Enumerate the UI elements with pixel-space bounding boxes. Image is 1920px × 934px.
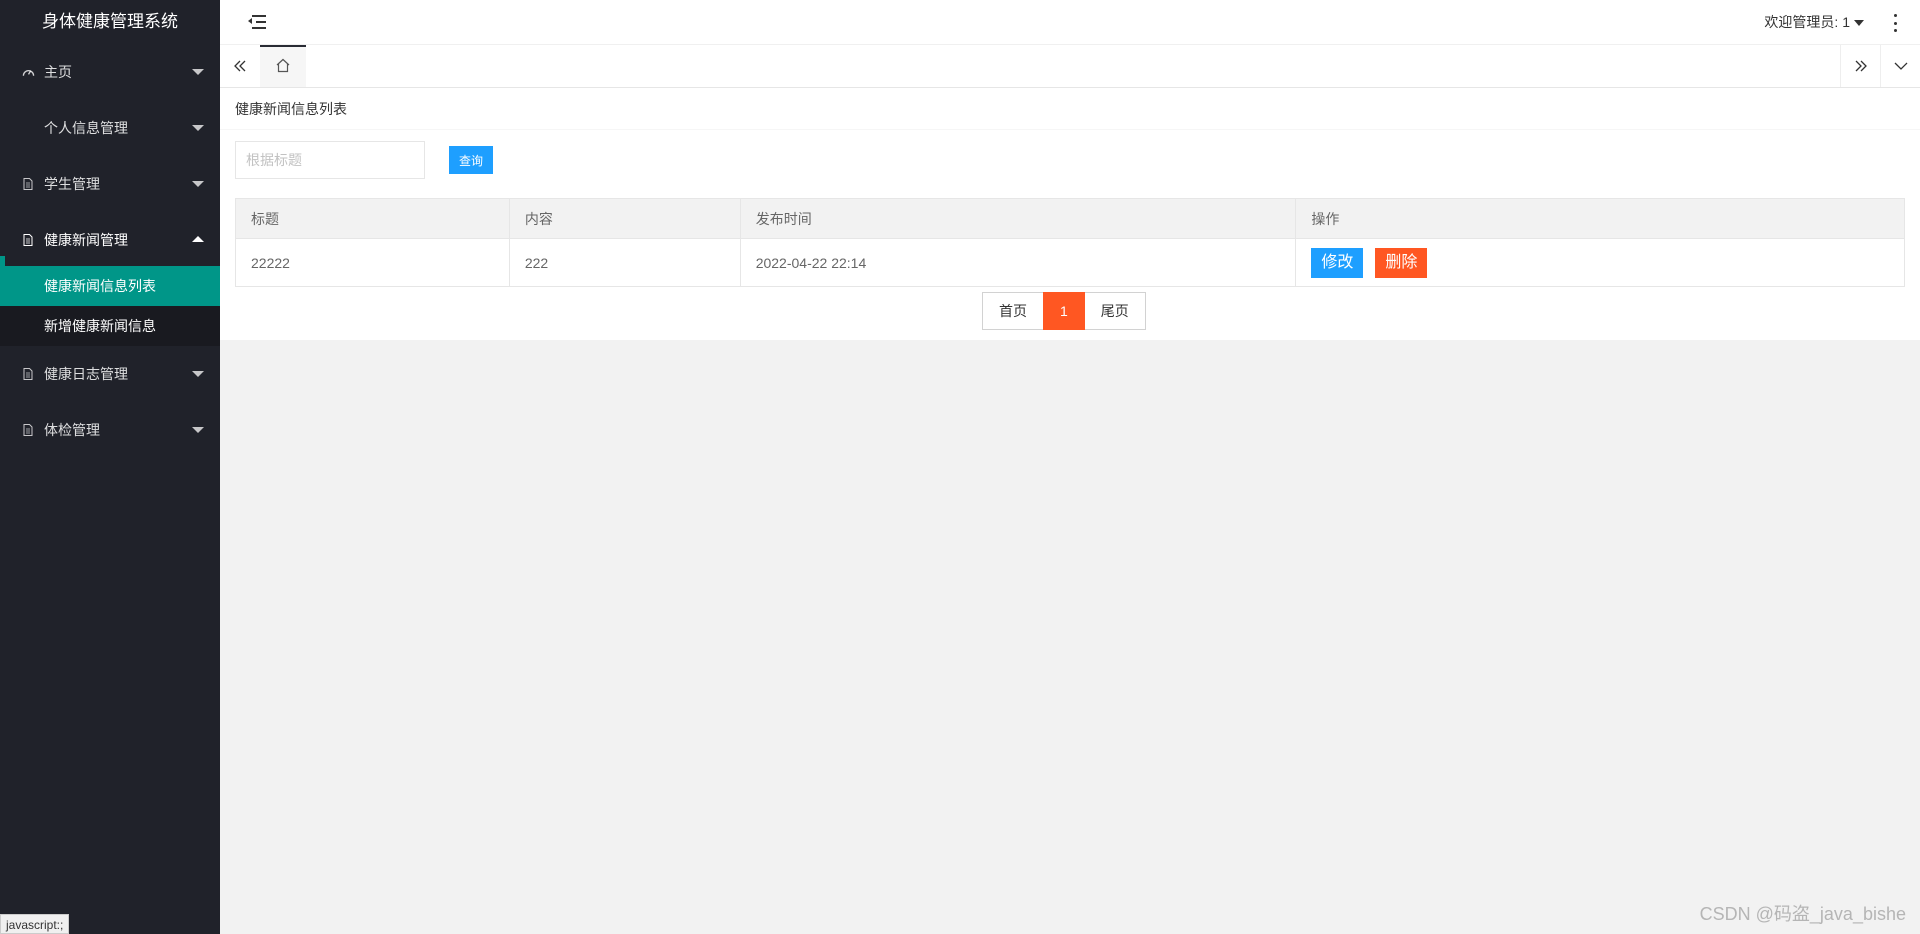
sidebar-item-students[interactable]: 学生管理 [0, 156, 220, 212]
watermark: CSDN @码盗_java_bishe [1699, 904, 1906, 924]
search-row: 查询 [220, 130, 1920, 200]
column-header-title: 标题 [235, 198, 510, 239]
sidebar-item-health-news[interactable]: 健康新闻管理 [0, 212, 220, 286]
pager-last[interactable]: 尾页 [1083, 292, 1146, 330]
cell-time: 2022-04-22 22:14 [739, 238, 1297, 287]
search-button[interactable]: 查询 [449, 146, 493, 174]
sidebar-item-label: 健康新闻管理 [44, 232, 128, 248]
user-menu[interactable]: 欢迎管理员: 1 [1764, 0, 1864, 45]
tab-options-chevron-down-icon[interactable] [1880, 45, 1920, 87]
top-header: 欢迎管理员: 1 [220, 0, 1920, 45]
sidebar-item-label: 个人信息管理 [44, 120, 128, 136]
dashboard-icon [20, 44, 36, 100]
chevron-down-icon [192, 427, 204, 433]
delete-button[interactable]: 删除 [1375, 247, 1428, 278]
sidebar: 身体健康管理系统 主页 个人信息管理 学生管理 健康新闻管理 健康新闻信息列表 … [0, 0, 220, 934]
chevron-up-icon [192, 236, 204, 242]
sidebar-subnav-health-news: 健康新闻信息列表 新增健康新闻信息 [0, 266, 220, 346]
file-icon [20, 346, 36, 402]
caret-down-icon [1854, 20, 1864, 27]
file-icon [20, 212, 36, 268]
pagination: 首页 1 尾页 [982, 292, 1146, 330]
pager-first[interactable]: 首页 [982, 292, 1044, 330]
tab-bar [220, 45, 1920, 88]
sidebar-item-health-log[interactable]: 健康日志管理 [0, 346, 220, 402]
sidebar-item-profile[interactable]: 个人信息管理 [0, 100, 220, 156]
news-list-card: 健康新闻信息列表 查询 标题 内容 发布时间 操作 22222 222 2022… [220, 88, 1920, 340]
edit-button[interactable]: 修改 [1311, 247, 1364, 278]
sidebar-item-home[interactable]: 主页 [0, 44, 220, 100]
column-header-time: 发布时间 [739, 198, 1297, 239]
sidebar-subitem-add-news[interactable]: 新增健康新闻信息 [0, 306, 220, 346]
app-logo-title[interactable]: 身体健康管理系统 [0, 0, 220, 44]
tab-home[interactable] [260, 45, 306, 87]
chevron-down-icon [192, 69, 204, 75]
file-icon [20, 402, 36, 458]
sidebar-item-label: 主页 [44, 64, 72, 80]
news-table: 标题 内容 发布时间 操作 22222 222 2022-04-22 22:14… [235, 198, 1905, 287]
tab-scroll-right-icon[interactable] [1840, 45, 1880, 87]
column-header-actions: 操作 [1295, 198, 1905, 239]
cell-title: 22222 [235, 238, 510, 287]
card-title: 健康新闻信息列表 [220, 88, 1920, 130]
sidebar-subitem-news-list[interactable]: 健康新闻信息列表 [0, 266, 220, 306]
home-icon [275, 58, 291, 76]
more-vertical-icon[interactable] [1892, 14, 1898, 32]
welcome-text: 欢迎管理员: 1 [1764, 14, 1850, 30]
cell-content: 222 [508, 238, 741, 287]
chevron-down-icon [192, 125, 204, 131]
sidebar-item-label: 健康日志管理 [44, 366, 128, 382]
file-icon [20, 156, 36, 212]
table-header-row: 标题 内容 发布时间 操作 [235, 198, 1905, 239]
pager-current-page[interactable]: 1 [1043, 292, 1085, 330]
table-row: 22222 222 2022-04-22 22:14 修改 删除 [235, 238, 1905, 287]
sidebar-item-label: 体检管理 [44, 422, 100, 438]
cell-actions: 修改 删除 [1295, 238, 1905, 287]
tab-scroll-left-icon[interactable] [220, 45, 260, 87]
search-input[interactable] [235, 141, 425, 179]
menu-collapse-icon[interactable] [248, 14, 266, 30]
sidebar-item-physical-exam[interactable]: 体检管理 [0, 402, 220, 458]
column-header-content: 内容 [508, 198, 741, 239]
chevron-down-icon [192, 181, 204, 187]
sidebar-item-label: 学生管理 [44, 176, 100, 192]
browser-status-link: javascript:; [0, 914, 70, 934]
chevron-down-icon [192, 371, 204, 377]
